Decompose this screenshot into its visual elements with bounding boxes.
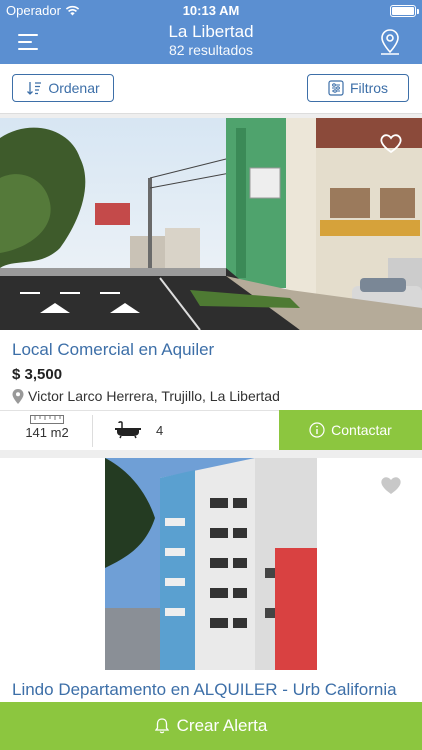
map-pin-icon[interactable] <box>378 28 402 56</box>
listing-address: Victor Larco Herrera, Trujillo, La Liber… <box>12 388 280 404</box>
order-button[interactable]: Ordenar <box>12 74 114 102</box>
filter-bar: Ordenar Filtros <box>0 64 422 114</box>
listing-photo[interactable] <box>0 118 422 330</box>
bell-icon <box>154 718 169 734</box>
favorite-heart-icon[interactable] <box>379 474 403 496</box>
listing-title[interactable]: Local Comercial en Aquiler <box>12 340 214 360</box>
street-photo-illustration <box>0 118 422 330</box>
contact-label: Contactar <box>331 422 392 438</box>
building-photo-illustration <box>105 458 317 670</box>
filter-button[interactable]: Filtros <box>307 74 409 102</box>
ruler-icon <box>30 415 64 424</box>
contact-button[interactable]: Contactar <box>279 410 422 450</box>
navbar: La Libertad 82 resultados <box>0 20 422 64</box>
page-title: La Libertad <box>168 22 254 41</box>
listing-price: $ 3,500 <box>12 366 63 383</box>
bathtub-icon <box>115 421 141 439</box>
battery-fill <box>392 7 414 15</box>
favorite-heart-icon[interactable] <box>379 132 403 154</box>
area-spec: 141 m2 <box>12 415 82 440</box>
sort-icon <box>27 82 42 95</box>
create-alert-label: Crear Alerta <box>176 716 268 735</box>
spec-divider <box>92 415 93 447</box>
order-label: Ordenar <box>48 80 100 96</box>
battery-icon <box>390 5 419 17</box>
address-text: Victor Larco Herrera, Trujillo, La Liber… <box>28 388 280 404</box>
listing-card[interactable]: Local Comercial en Aquiler $ 3,500 Victo… <box>0 118 422 450</box>
listing-photo[interactable] <box>105 458 317 670</box>
results-count: 82 resultados <box>168 42 254 58</box>
filter-label: Filtros <box>349 80 389 96</box>
location-pin-icon <box>12 388 24 404</box>
listing-specs: 141 m2 4 <box>0 410 280 450</box>
info-icon <box>309 422 325 438</box>
bathroom-count: 4 <box>156 422 164 438</box>
status-time: 10:13 AM <box>182 3 240 18</box>
filter-sliders-icon <box>328 80 344 96</box>
listing-title[interactable]: Lindo Departamento en ALQUILER - Urb Cal… <box>12 680 397 700</box>
create-alert-button[interactable]: Crear Alerta <box>0 702 422 750</box>
status-bar: Operador 10:13 AM <box>0 0 422 22</box>
area-value: 141 m2 <box>25 425 69 440</box>
app-root: Operador 10:13 AM La Libertad 82 resulta… <box>0 0 422 750</box>
bathroom-spec: 4 <box>114 421 163 439</box>
top-bar: Operador 10:13 AM La Libertad 82 resulta… <box>0 0 422 64</box>
